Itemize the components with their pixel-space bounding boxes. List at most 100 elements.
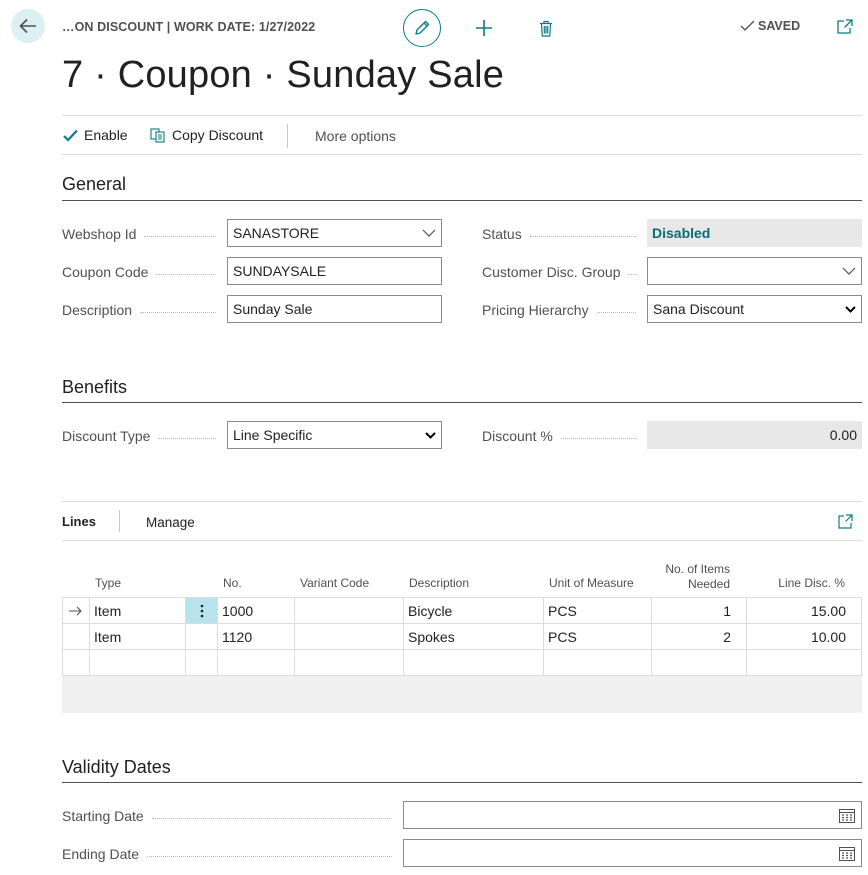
- calendar-icon[interactable]: [839, 808, 855, 823]
- ending-date-field[interactable]: [403, 839, 862, 867]
- cell-variant-code[interactable]: [295, 624, 404, 650]
- cell-uom[interactable]: PCS: [544, 624, 652, 650]
- row-indicator-cell: [62, 624, 90, 650]
- cell-no-empty[interactable]: [218, 650, 295, 676]
- row-indicator-cell: [62, 650, 90, 676]
- check-icon: [63, 129, 78, 142]
- edit-button[interactable]: [403, 9, 441, 47]
- delete-button[interactable]: [535, 16, 557, 40]
- cell-type[interactable]: Item: [90, 624, 186, 650]
- starting-date-field[interactable]: [403, 801, 862, 829]
- general-section-title: General: [62, 174, 127, 194]
- cell-line-disc[interactable]: 15.00: [747, 598, 862, 624]
- webshop-id-label: Webshop Id: [62, 226, 224, 242]
- cell-type-empty[interactable]: [90, 650, 186, 676]
- row-actions-cell[interactable]: [186, 650, 218, 676]
- lines-top-divider: [62, 501, 862, 502]
- description-field[interactable]: Sunday Sale: [227, 295, 442, 323]
- row-indicator-cell: [62, 598, 90, 624]
- table-row[interactable]: Item 1120 Spokes PCS 2 10.00: [62, 624, 862, 650]
- webshop-id-field[interactable]: SANASTORE: [227, 219, 442, 247]
- col-header-items-needed[interactable]: No. of Items Needed: [652, 562, 730, 592]
- table-row[interactable]: Item 1000 Bicycle PCS 1 15.00: [62, 598, 862, 624]
- popout-icon: [837, 19, 853, 34]
- lines-tab-separator: [119, 510, 120, 532]
- saved-label: SAVED: [758, 19, 801, 33]
- breadcrumb: …ON DISCOUNT | WORK DATE: 1/27/2022: [62, 20, 316, 34]
- cell-variant-code[interactable]: [295, 598, 404, 624]
- table-row-empty[interactable]: [62, 650, 862, 676]
- enable-label: Enable: [84, 127, 128, 143]
- expand-lines-button[interactable]: [838, 514, 853, 529]
- grid-empty-area: [62, 676, 862, 713]
- plus-icon: [476, 20, 492, 36]
- cell-description[interactable]: Bicycle: [404, 598, 544, 624]
- new-button[interactable]: [472, 16, 496, 40]
- chevron-down-icon: [425, 431, 436, 439]
- pricing-hierarchy-label: Pricing Hierarchy: [482, 302, 644, 318]
- kebab-icon: [200, 604, 203, 617]
- lines-tab-divider: [62, 540, 862, 541]
- copy-discount-label: Copy Discount: [172, 127, 264, 143]
- copy-icon: [150, 127, 165, 143]
- col-header-type[interactable]: Type: [95, 576, 121, 590]
- general-section-divider: [62, 200, 862, 201]
- cell-line-disc-empty[interactable]: [747, 650, 862, 676]
- page-title: 7 · Coupon · Sunday Sale: [62, 54, 505, 96]
- discount-type-label: Discount Type: [62, 428, 224, 444]
- pricing-hierarchy-value: Sana Discount: [653, 301, 745, 317]
- customer-disc-group-label: Customer Disc. Group: [482, 264, 644, 280]
- col-header-description[interactable]: Description: [409, 576, 469, 590]
- col-header-no[interactable]: No.: [223, 576, 242, 590]
- copy-discount-button[interactable]: Copy Discount: [150, 127, 263, 143]
- row-arrow-icon: [69, 606, 82, 615]
- col-header-uom[interactable]: Unit of Measure: [549, 576, 634, 590]
- benefits-section-title: Benefits: [62, 377, 128, 397]
- description-value: Sunday Sale: [233, 301, 313, 317]
- tab-manage[interactable]: Manage: [146, 515, 195, 530]
- col-header-items-needed-line1: No. of Items: [665, 562, 730, 576]
- customer-disc-group-field[interactable]: [647, 257, 862, 285]
- back-button[interactable]: [11, 9, 45, 43]
- cell-no[interactable]: 1120: [218, 624, 295, 650]
- discount-pct-field: 0.00: [647, 421, 862, 449]
- status-value: Disabled: [652, 225, 711, 241]
- cell-uom-empty[interactable]: [544, 650, 652, 676]
- expand-icon: [838, 514, 853, 529]
- check-icon: [740, 20, 755, 31]
- cell-description-empty[interactable]: [404, 650, 544, 676]
- more-options-button[interactable]: More options: [315, 128, 396, 144]
- description-label: Description: [62, 302, 224, 318]
- row-actions-button[interactable]: [186, 598, 218, 624]
- calendar-icon[interactable]: [839, 846, 855, 861]
- discount-type-select[interactable]: Line Specific: [227, 421, 442, 449]
- cell-variant-code-empty[interactable]: [295, 650, 404, 676]
- action-bar-bottom-divider: [62, 154, 862, 155]
- action-bar-top-divider: [62, 115, 862, 116]
- col-header-line-disc[interactable]: Line Disc. %: [748, 576, 845, 590]
- row-actions-cell[interactable]: [186, 624, 218, 650]
- back-arrow-icon: [19, 18, 36, 34]
- tab-lines[interactable]: Lines: [62, 514, 96, 529]
- cell-type[interactable]: Item: [90, 598, 186, 624]
- webshop-id-value: SANASTORE: [233, 225, 320, 241]
- validity-section-title: Validity Dates: [62, 757, 171, 777]
- benefits-section-divider: [62, 402, 862, 403]
- col-header-variant-code[interactable]: Variant Code: [300, 576, 369, 590]
- col-header-items-needed-line2: Needed: [687, 577, 730, 591]
- trash-icon: [540, 20, 552, 37]
- cell-uom[interactable]: PCS: [544, 598, 652, 624]
- cell-items-needed[interactable]: 2: [652, 624, 747, 650]
- cell-description[interactable]: Spokes: [404, 624, 544, 650]
- cell-items-needed[interactable]: 1: [652, 598, 747, 624]
- cell-items-needed-empty[interactable]: [652, 650, 747, 676]
- coupon-code-field[interactable]: SUNDAYSALE: [227, 257, 442, 285]
- enable-button[interactable]: Enable: [63, 127, 128, 143]
- popout-button[interactable]: [836, 18, 854, 36]
- pricing-hierarchy-select[interactable]: Sana Discount: [647, 295, 862, 323]
- cell-no[interactable]: 1000: [218, 598, 295, 624]
- cell-line-disc[interactable]: 10.00: [747, 624, 862, 650]
- action-separator: [287, 124, 288, 148]
- chevron-down-icon: [845, 305, 856, 313]
- coupon-code-label: Coupon Code: [62, 264, 224, 280]
